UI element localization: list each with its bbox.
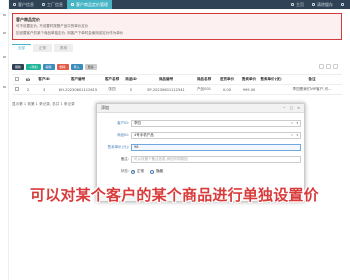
search-icon[interactable] [319, 64, 324, 69]
notice-title: 客户商品定价 [16, 17, 40, 22]
edit-button[interactable]: 编辑 [42, 64, 55, 70]
table-footer: 显示第 1 到第 1 条记录, 总共 1 条记录 [12, 102, 75, 106]
chevron-down-icon: ▾ [296, 133, 298, 137]
price-input[interactable]: 98 [131, 144, 301, 151]
add-button[interactable]: +添加 [26, 64, 41, 70]
col-sell-price-special[interactable]: 售卖单价(优) [260, 77, 282, 82]
clear-cache-link[interactable]: 清除缓存 [308, 0, 337, 9]
pricing-table: ID 客户ID 客户编号 客户名称 商品ID 商品编号 商品名称 进货单价 售卖… [12, 74, 342, 95]
status-row: 状态: 正常 隐藏 [97, 168, 306, 175]
price-row: 售卖单价(元): 98 [97, 144, 306, 151]
menu-icon[interactable] [3, 86, 6, 88]
cell-price-1: 0.00 [222, 87, 231, 92]
more-button[interactable]: 更多 [84, 64, 97, 70]
status-tabs: 全部 正常 禁用 [12, 44, 75, 52]
chevron-down-icon: ▾ [296, 121, 298, 125]
minimize-icon[interactable]: − [283, 106, 286, 110]
user-icon [13, 3, 16, 6]
customer-select[interactable]: 李四 ✕ ▾ [131, 120, 301, 127]
price-label: 售卖单价(元): [107, 145, 129, 149]
cell-product-name: 产品001 [196, 87, 212, 91]
tab-customer-pricing[interactable]: 客户商品定价管理 [67, 0, 112, 9]
columns-icon[interactable] [326, 64, 331, 69]
cell-id: 2 [26, 87, 30, 92]
col-product-name[interactable]: 商品名称 [192, 77, 216, 82]
home-link[interactable]: 主页 [287, 0, 308, 9]
col-sell-price[interactable]: 售卖单价 [238, 77, 260, 82]
col-customer-name[interactable]: 客户名称 [102, 77, 122, 82]
menu-icon[interactable] [3, 56, 6, 58]
cell-customer-id: 3 [42, 87, 46, 92]
close-icon[interactable]: ✕ [297, 106, 300, 110]
dialog-header[interactable]: 添加 − ▢ ✕ [97, 104, 304, 113]
tag-icon [71, 3, 74, 6]
dialog-title: 添加 [101, 105, 109, 110]
product-row: 商品ID: 4号手机产品 ✕ ▾ [97, 132, 306, 139]
toolbar-right [317, 64, 338, 69]
col-customer-no[interactable]: 客户编号 [54, 77, 102, 82]
note-input[interactable]: 可以设置个备注信息,例如写明原因 [131, 156, 301, 163]
delete-button[interactable]: 删除 [56, 64, 69, 70]
tab-customer-info[interactable]: 客户信息 [9, 0, 38, 9]
cell-price-2: 999.00 [242, 87, 256, 92]
subtab-disabled[interactable]: 禁用 [54, 44, 73, 52]
tab-factory-info[interactable]: 工厂信息 [38, 0, 67, 9]
subtab-all[interactable]: 全部 [12, 44, 31, 52]
import-button[interactable]: 导入 [70, 64, 83, 70]
cell-note: 李四是我们VIP客户,可... [292, 87, 332, 91]
caption-overlay: 可以对某个客户的某个商品进行单独设置价 [30, 186, 319, 204]
info-notice: 客户商品定价 可不设置定价, 不设置时按照产品中的单价定价 如设置客户的某个商品… [12, 13, 342, 40]
trash-icon [312, 3, 315, 6]
subtab-normal[interactable]: 正常 [33, 44, 52, 52]
status-radio-hidden[interactable] [150, 169, 154, 174]
col-customer-id[interactable]: 客户ID [34, 77, 54, 82]
row-checkbox[interactable] [12, 87, 22, 92]
col-product-id[interactable]: 商品ID [122, 77, 140, 82]
customer-row: 客户ID: 李四 ✕ ▾ [97, 120, 306, 127]
notice-line: 可不设置定价, 不设置时按照产品中的单价定价 [16, 24, 89, 28]
factory-icon [42, 3, 45, 6]
cell-product-id: 5 [129, 87, 133, 92]
cell-customer-no: KH-20230601112615 [58, 87, 98, 92]
status-radio-normal[interactable] [131, 169, 135, 174]
customer-label: 客户ID: [117, 121, 129, 125]
table-header: ID 客户ID 客户编号 客户名称 商品ID 商品编号 商品名称 进货单价 售卖… [12, 75, 342, 85]
col-purchase-price[interactable]: 进货单价 [216, 77, 238, 82]
cell-product-no: SP-20230601112541 [147, 87, 185, 92]
table-row[interactable]: 2 3 KH-20230601112615 张四 5 SP-2023060111… [12, 85, 342, 95]
product-label: 商品ID: [117, 133, 129, 137]
status-label: 状态: [120, 169, 129, 173]
status-radio-group: 正常 隐藏 [131, 168, 163, 175]
col-note[interactable]: 备注 [282, 77, 342, 82]
maximize-icon[interactable]: ▢ [290, 106, 293, 110]
topbar-right: 主页 清除缓存 [287, 0, 350, 9]
toolbar: 刷新 +添加 编辑 删除 导入 更多 [12, 64, 99, 70]
left-sidebar-strip [0, 0, 9, 280]
home-icon [291, 3, 294, 6]
note-label: 备注: [120, 157, 129, 161]
notice-line: 如设置客户的某个商品单独定价, 则客户下单时会使用该定价作为单价 [16, 31, 124, 35]
menu-icon[interactable] [3, 32, 6, 34]
col-id[interactable]: ID [22, 78, 34, 82]
refresh-button[interactable]: 刷新 [12, 64, 25, 70]
user-icon [341, 3, 344, 6]
menu-icon[interactable] [3, 14, 6, 16]
note-row: 备注: 可以设置个备注信息,例如写明原因 [97, 156, 306, 163]
cell-customer-name: 张四 [108, 87, 116, 91]
top-tab-bar: 客户信息 工厂信息 客户商品定价管理 主页 清除缓存 [9, 0, 350, 9]
export-icon[interactable] [333, 64, 338, 69]
user-menu[interactable] [337, 0, 350, 9]
select-all-checkbox[interactable] [12, 77, 22, 82]
col-product-no[interactable]: 商品编号 [140, 77, 192, 82]
product-select[interactable]: 4号手机产品 ✕ ▾ [131, 132, 301, 139]
